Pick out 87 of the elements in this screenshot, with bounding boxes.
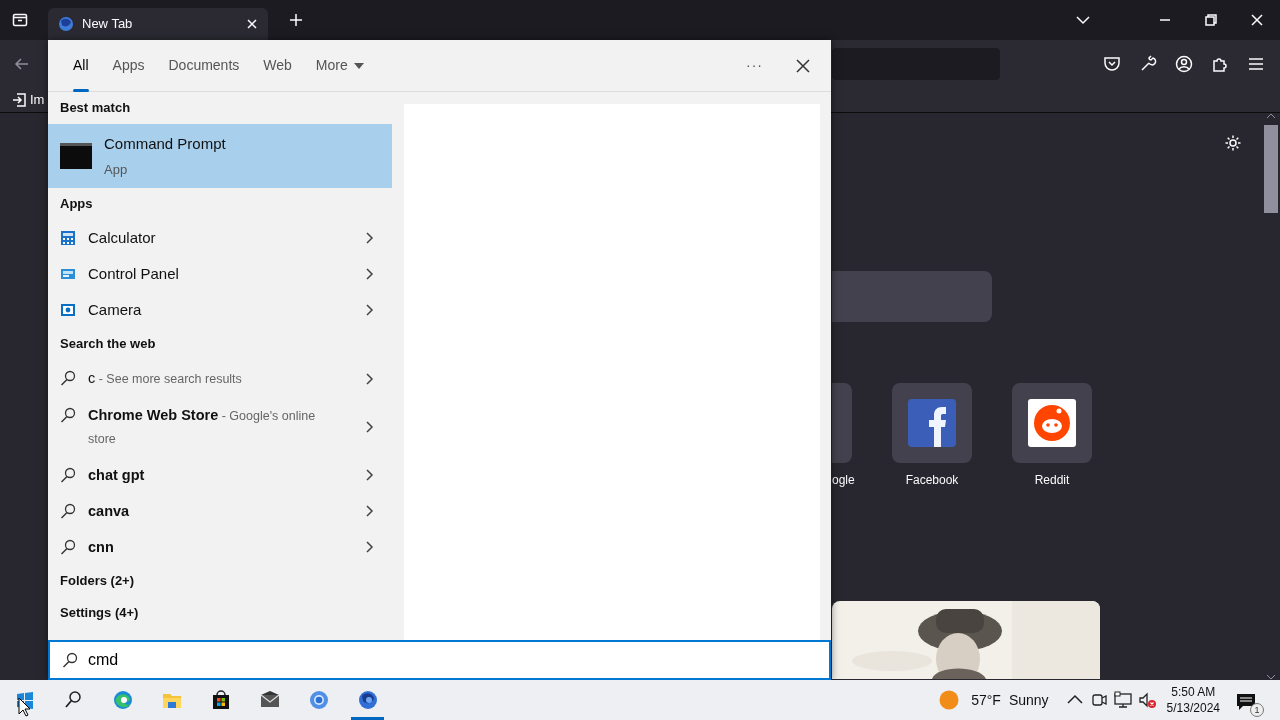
cursor-icon bbox=[18, 697, 32, 717]
envelope-icon bbox=[259, 690, 280, 710]
control-panel-icon bbox=[60, 266, 76, 282]
filter-tab[interactable]: More bbox=[303, 39, 376, 92]
back-arrow-icon[interactable] bbox=[14, 56, 30, 72]
filter-tab[interactable]: All bbox=[61, 39, 101, 92]
search-icon bbox=[60, 370, 76, 386]
search-field[interactable] bbox=[832, 271, 992, 322]
result-text: chat gpt bbox=[88, 466, 146, 485]
result-text: cnn bbox=[88, 538, 115, 557]
tab-list-icon[interactable] bbox=[12, 12, 28, 28]
result-item[interactable]: Control Panel bbox=[48, 256, 392, 292]
puzzle-piece-icon[interactable] bbox=[1211, 55, 1229, 73]
web-result[interactable]: chat gpt bbox=[48, 457, 392, 493]
chevron-down-icon[interactable] bbox=[1076, 15, 1090, 25]
chevron-right-icon[interactable] bbox=[365, 372, 374, 385]
terminal-icon bbox=[60, 143, 92, 169]
shortcut-tile[interactable] bbox=[832, 383, 852, 463]
account-icon[interactable] bbox=[1175, 55, 1193, 73]
web-result[interactable]: c - See more search results bbox=[48, 360, 392, 397]
chevron-right-icon[interactable] bbox=[365, 268, 374, 280]
facebook-logo-icon[interactable] bbox=[908, 399, 956, 447]
shortcut-label[interactable]: Facebook bbox=[905, 471, 959, 489]
pocket-icon[interactable] bbox=[1103, 55, 1121, 73]
close-icon[interactable] bbox=[796, 58, 810, 73]
import-icon[interactable] bbox=[12, 93, 26, 107]
reddit-logo-icon[interactable] bbox=[1028, 399, 1076, 447]
url-field[interactable] bbox=[832, 48, 1000, 80]
section-heading: Best match bbox=[60, 99, 131, 118]
weather-widget[interactable]: 57°F Sunny bbox=[939, 689, 1049, 711]
result-text: canva bbox=[88, 502, 131, 521]
result-item[interactable]: Calculator bbox=[48, 220, 392, 256]
search-icon bbox=[62, 652, 78, 668]
sun-icon bbox=[939, 690, 960, 710]
clock[interactable]: 5:50 AM 5/13/2024 bbox=[1166, 684, 1220, 716]
speaker-muted-icon[interactable] bbox=[1136, 690, 1157, 710]
shopping-bag-icon bbox=[210, 690, 231, 710]
result-text: Chrome Web Store - Google's online store bbox=[88, 406, 317, 448]
search-icon bbox=[60, 539, 76, 555]
search-icon bbox=[60, 467, 76, 483]
chevron-right-icon[interactable] bbox=[365, 541, 374, 553]
section-heading: Search the web bbox=[60, 335, 156, 354]
category-link[interactable]: Settings (4+) bbox=[60, 603, 139, 623]
web-result[interactable]: canva bbox=[48, 493, 392, 529]
notifications-button[interactable]: 1 bbox=[1236, 689, 1264, 717]
new-tab-plus-icon[interactable] bbox=[289, 13, 303, 27]
restore-icon[interactable] bbox=[1205, 14, 1217, 26]
chevron-right-icon[interactable] bbox=[365, 304, 374, 316]
notification-count: 1 bbox=[1250, 703, 1264, 717]
browser-tab[interactable]: New Tab bbox=[48, 8, 268, 40]
firefox-logo-icon bbox=[58, 16, 74, 32]
web-result[interactable]: cnn bbox=[48, 529, 392, 565]
search-icon bbox=[60, 503, 76, 519]
scroll-down-icon[interactable] bbox=[1266, 674, 1276, 680]
search-icon bbox=[60, 407, 76, 423]
bookmark-link[interactable]: Im bbox=[30, 90, 45, 110]
firefox-logo-icon bbox=[357, 690, 378, 710]
search-icon bbox=[63, 690, 84, 710]
monitor-icon[interactable] bbox=[1112, 690, 1133, 710]
menu-icon[interactable] bbox=[1247, 55, 1265, 73]
chevron-right-icon[interactable] bbox=[365, 505, 374, 517]
result-item[interactable]: Command Prompt App bbox=[48, 124, 392, 188]
settings-icon[interactable] bbox=[1224, 134, 1242, 152]
web-result[interactable]: Chrome Web Store - Google's online store bbox=[48, 397, 392, 457]
result-text: c - See more search results bbox=[88, 369, 243, 388]
search-box[interactable]: cmd bbox=[48, 640, 831, 680]
caret-icon bbox=[353, 62, 364, 69]
filter-tab[interactable]: Documents bbox=[156, 39, 252, 92]
scrollbar-thumb[interactable] bbox=[1264, 125, 1278, 213]
camera-icon bbox=[60, 302, 76, 318]
result-item[interactable]: Camera bbox=[48, 292, 392, 328]
scroll-up-icon[interactable] bbox=[1266, 113, 1276, 119]
edge-browser-icon bbox=[112, 690, 133, 710]
category-link[interactable]: Folders (2+) bbox=[60, 571, 135, 591]
wrench-icon[interactable] bbox=[1139, 55, 1157, 73]
shortcut-label[interactable]: ogle bbox=[832, 471, 862, 489]
shortcut-label[interactable]: Reddit bbox=[1034, 471, 1070, 489]
chat-bubble-icon bbox=[1236, 691, 1256, 712]
section-heading: Apps bbox=[60, 195, 93, 214]
browser-ring-icon bbox=[308, 690, 329, 710]
calculator-icon bbox=[60, 230, 76, 246]
options-button[interactable]: ··· bbox=[734, 39, 775, 92]
chevron-right-icon[interactable] bbox=[365, 421, 374, 433]
chevron-right-icon[interactable] bbox=[365, 232, 374, 244]
filter-tab[interactable]: Apps bbox=[100, 39, 157, 92]
chevron-right-icon[interactable] bbox=[365, 469, 374, 481]
filter-tab[interactable]: Web bbox=[251, 39, 304, 92]
